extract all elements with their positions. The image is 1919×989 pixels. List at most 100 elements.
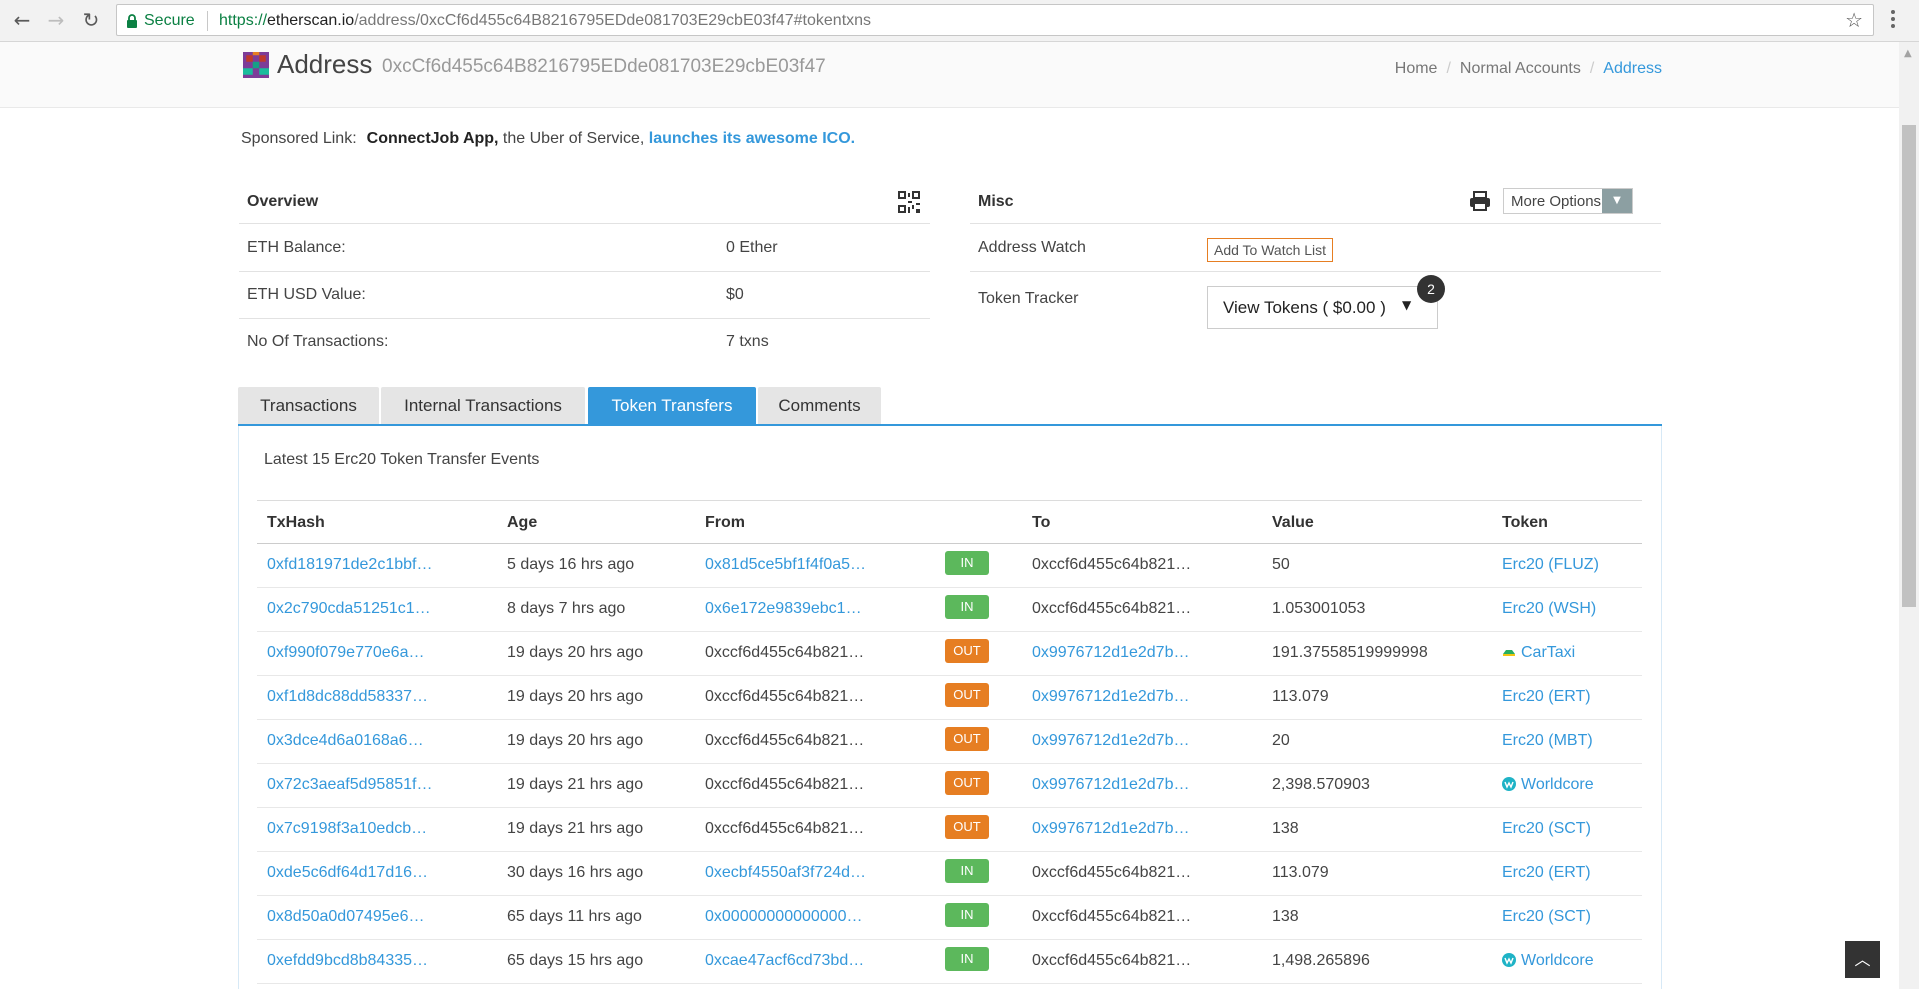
tx-hash-link[interactable]: 0x2c790cda51251c1…	[267, 600, 431, 618]
omnibox-divider	[207, 11, 208, 31]
view-tokens-dropdown[interactable]: View Tokens ( $0.00 ) ▼	[1207, 286, 1438, 329]
back-arrow-icon[interactable]: ←	[8, 6, 36, 34]
to-address[interactable]: 0x9976712d1e2d7b…	[1032, 776, 1189, 794]
token-name: Erc20 (WSH)	[1502, 600, 1597, 617]
qr-code-icon[interactable]	[898, 191, 920, 213]
overview-title: Overview	[247, 193, 319, 210]
tab-token-transfers[interactable]: Token Transfers	[588, 387, 756, 425]
transfer-value: 113.079	[1272, 864, 1329, 881]
transfer-value: 20	[1272, 732, 1290, 749]
tx-age: 8 days 7 hrs ago	[507, 600, 626, 617]
url-path: /address/0xcCf6d455c64B8216795EDde081703…	[354, 12, 872, 29]
url-text[interactable]: https://etherscan.io/address/0xcCf6d455c…	[219, 12, 871, 30]
sponsored-cta-link[interactable]: launches its awesome ICO.	[649, 130, 855, 147]
tx-hash-link[interactable]: 0xf990f079e770e6a…	[267, 644, 424, 662]
tx-count-value: 7 txns	[726, 333, 769, 350]
from-address[interactable]: 0x00000000000000…	[705, 908, 862, 926]
scrollbar-thumb[interactable]	[1902, 125, 1916, 607]
table-row: 0x7c9198f3a10edcb… 19 days 21 hrs ago 0xcc…	[257, 808, 1642, 852]
tx-hash-link[interactable]: 0x7c9198f3a10edcb…	[267, 820, 427, 838]
from-address[interactable]: 0xcae47acf6cd73bd…	[705, 952, 864, 970]
tx-hash-link[interactable]: 0xefdd9bcd8b84335…	[267, 952, 428, 970]
address-bar[interactable]: Secure https://etherscan.io/address/0xcC…	[116, 4, 1874, 36]
token-link[interactable]: Erc20 (WSH)	[1502, 600, 1596, 618]
reload-icon[interactable]: ↻	[77, 6, 105, 34]
eth-usd-row: ETH USD Value: $0	[239, 272, 930, 319]
tx-hash-link[interactable]: 0x3dce4d6a0168a6…	[267, 732, 424, 750]
transfer-value: 1.053001053	[1272, 600, 1366, 617]
to-address[interactable]: 0x9976712d1e2d7b…	[1032, 820, 1189, 838]
direction-badge: OUT	[945, 771, 989, 795]
scroll-up-icon[interactable]: ▲	[1904, 48, 1912, 59]
from-address: 0xccf6d455c64b821…	[705, 776, 865, 793]
worldcore-icon	[1502, 777, 1516, 791]
token-link[interactable]: Erc20 (ERT)	[1502, 688, 1591, 706]
breadcrumb-home[interactable]: Home	[1395, 60, 1438, 77]
direction-badge: IN	[945, 859, 989, 883]
from-address[interactable]: 0x81d5ce5bf1f4f0a5…	[705, 556, 866, 574]
tx-age: 19 days 20 hrs ago	[507, 732, 644, 749]
token-link[interactable]: Erc20 (FLUZ)	[1502, 556, 1599, 574]
table-row: 0x8d50a0d07495e6… 65 days 11 hrs ago 0x000…	[257, 896, 1642, 940]
back-to-top-button[interactable]: ︿	[1845, 941, 1880, 978]
worldcore-icon	[1502, 953, 1516, 967]
direction-badge: OUT	[945, 639, 989, 663]
token-name: Erc20 (SCT)	[1502, 820, 1591, 837]
address-identicon-icon	[243, 52, 269, 78]
table-row: 0xf990f079e770e6a… 19 days 20 hrs ago 0xcc…	[257, 632, 1642, 676]
secure-label: Secure	[144, 12, 195, 29]
add-to-watch-list-button[interactable]: Add To Watch List	[1207, 238, 1334, 262]
browser-menu-icon[interactable]	[1890, 8, 1896, 32]
url-host: etherscan.io	[267, 12, 355, 29]
from-address[interactable]: 0x6e172e9839ebc1…	[705, 600, 862, 618]
token-name: Worldcore	[1521, 776, 1594, 793]
tx-hash-link[interactable]: 0xfd181971de2c1bbf…	[267, 556, 432, 574]
print-icon[interactable]	[1469, 190, 1491, 212]
to-address[interactable]: 0x9976712d1e2d7b…	[1032, 644, 1189, 662]
direction-badge: IN	[945, 903, 989, 927]
tx-hash-link[interactable]: 0xf1d8dc88dd58337…	[267, 688, 428, 706]
forward-arrow-icon[interactable]: →	[42, 6, 70, 34]
eth-balance-row: ETH Balance: 0 Ether	[239, 225, 930, 272]
from-address[interactable]: 0xecbf4550af3f724d…	[705, 864, 866, 882]
token-link[interactable]: Erc20 (ERT)	[1502, 864, 1591, 882]
sponsored-text: the Uber of Service,	[498, 130, 649, 147]
token-link[interactable]: Erc20 (SCT)	[1502, 908, 1591, 926]
to-address: 0xccf6d455c64b821…	[1032, 864, 1192, 881]
col-value: Value	[1272, 514, 1314, 531]
token-link[interactable]: Worldcore	[1502, 952, 1594, 970]
chevron-up-icon: ︿	[1854, 950, 1871, 969]
direction-badge: OUT	[945, 815, 989, 839]
to-address: 0xccf6d455c64b821…	[1032, 908, 1192, 925]
view-tokens-label: View Tokens ( $0.00 )	[1223, 298, 1386, 317]
eth-balance-label: ETH Balance:	[247, 239, 346, 256]
tab-transactions[interactable]: Transactions	[238, 387, 379, 425]
from-address: 0xccf6d455c64b821…	[705, 820, 865, 837]
tx-age: 19 days 20 hrs ago	[507, 688, 644, 705]
transfers-table-header: TxHash Age From To Value Token	[257, 500, 1642, 544]
token-name: Worldcore	[1521, 952, 1594, 969]
bookmark-star-icon[interactable]: ☆	[1845, 8, 1863, 32]
transfer-value: 138	[1272, 820, 1299, 837]
overview-header: Overview	[239, 180, 930, 224]
breadcrumb-normal-accounts[interactable]: Normal Accounts	[1460, 60, 1581, 77]
more-options-dropdown[interactable]: More Options ▼	[1503, 188, 1633, 214]
tx-hash-link[interactable]: 0xde5c6df64d17d16…	[267, 864, 428, 882]
token-link[interactable]: Erc20 (MBT)	[1502, 732, 1593, 750]
col-token: Token	[1502, 514, 1548, 531]
token-link[interactable]: Erc20 (SCT)	[1502, 820, 1591, 838]
table-row: 0xde5c6df64d17d16… 30 days 16 hrs ago 0xec…	[257, 852, 1642, 896]
tab-comments[interactable]: Comments	[758, 387, 881, 425]
token-link[interactable]: CarTaxi	[1502, 644, 1575, 662]
misc-title: Misc	[978, 193, 1014, 210]
to-address[interactable]: 0x9976712d1e2d7b…	[1032, 732, 1189, 750]
to-address[interactable]: 0x9976712d1e2d7b…	[1032, 688, 1189, 706]
token-name: CarTaxi	[1521, 644, 1576, 661]
tx-hash-link[interactable]: 0x8d50a0d07495e6…	[267, 908, 424, 926]
tab-internal-transactions[interactable]: Internal Transactions	[381, 387, 585, 425]
lock-icon	[127, 14, 137, 28]
tx-hash-link[interactable]: 0x72c3aeaf5d95851f…	[267, 776, 432, 794]
token-link[interactable]: Worldcore	[1502, 776, 1594, 794]
transfer-value: 1,498.265896	[1272, 952, 1370, 969]
eth-balance-value: 0 Ether	[726, 239, 778, 256]
